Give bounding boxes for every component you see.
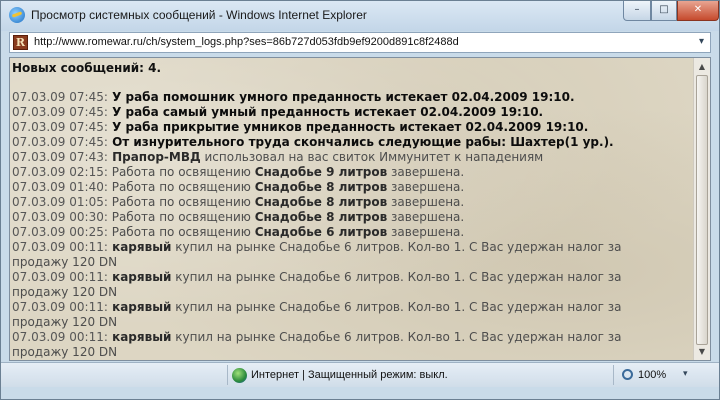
log-entry: 07.03.09 07:45: У раба прикрытие умников… <box>12 120 692 135</box>
title-bar[interactable]: Просмотр системных сообщений - Windows I… <box>1 1 719 31</box>
window-title: Просмотр системных сообщений - Windows I… <box>31 8 367 22</box>
log-timestamp: 07.03.09 00:11: <box>12 270 108 284</box>
log-highlight: Снадобье 8 литров <box>254 195 388 209</box>
log-text: завершена. <box>387 195 465 209</box>
log-text: Работа по освящению <box>107 165 255 179</box>
log-text: Работа по освящению <box>107 180 255 194</box>
log-timestamp: 07.03.09 07:43: <box>12 150 108 164</box>
scroll-up-icon[interactable]: ▲ <box>695 59 709 74</box>
log-highlight: карявый <box>107 270 172 284</box>
log-entry: 07.03.09 00:30: Работа по освящению Снад… <box>12 210 692 225</box>
address-bar[interactable]: R http://www.romewar.ru/ch/system_logs.p… <box>9 32 711 53</box>
log-highlight: Снадобье 8 литров <box>254 180 388 194</box>
window-frame-bottom <box>1 387 719 399</box>
log-text: От изнурительного труда скончались следу… <box>107 135 614 149</box>
log-text: использовал на вас свиток Иммунитет к на… <box>200 150 544 164</box>
log-entry: 07.03.09 00:11: карявый купил на рынке С… <box>12 240 652 270</box>
url-text[interactable]: http://www.romewar.ru/ch/system_logs.php… <box>34 36 459 48</box>
status-divider <box>227 365 228 385</box>
log-area: Новых сообщений: 4. 07.03.09 07:45: У ра… <box>10 58 694 360</box>
log-timestamp: 07.03.09 07:45: <box>12 120 108 134</box>
log-entry: 07.03.09 00:11: карявый купил на рынке С… <box>12 300 652 330</box>
log-text: завершена. <box>387 210 465 224</box>
log-list: 07.03.09 07:45: У раба помошник умного п… <box>12 90 692 360</box>
log-highlight: карявый <box>107 240 172 254</box>
site-favicon-icon: R <box>13 35 28 50</box>
chevron-down-icon[interactable]: ▾ <box>683 369 688 379</box>
log-text: завершена. <box>387 165 465 179</box>
minimize-button[interactable]: – <box>623 1 651 21</box>
close-button[interactable]: ✕ <box>677 1 719 21</box>
log-text: Работа по освящению <box>107 210 255 224</box>
log-text: Работа по освящению <box>107 225 255 239</box>
log-highlight: Снадобье 9 литров <box>254 165 388 179</box>
zoom-level[interactable]: 100% <box>638 369 666 381</box>
security-zone-text[interactable]: Интернет | Защищенный режим: выкл. <box>251 369 448 381</box>
log-highlight: Снадобье 8 литров <box>254 210 388 224</box>
new-messages-count: Новых сообщений: 4. <box>12 61 162 75</box>
page-content: Новых сообщений: 4. 07.03.09 07:45: У ра… <box>9 57 711 361</box>
log-timestamp: 07.03.09 01:05: <box>12 195 108 209</box>
log-timestamp: 07.03.09 00:11: <box>12 300 108 314</box>
log-timestamp: 07.03.09 07:45: <box>12 90 108 104</box>
log-text: завершена. <box>387 180 465 194</box>
ie-icon <box>9 7 25 23</box>
log-timestamp: 07.03.09 07:45: <box>12 105 108 119</box>
maximize-button[interactable]: □ <box>651 1 677 21</box>
log-entry: 07.03.09 02:15: Работа по освящению Снад… <box>12 165 692 180</box>
log-timestamp: 07.03.09 02:15: <box>12 165 108 179</box>
log-entry: 07.03.09 00:25: Работа по освящению Снад… <box>12 225 692 240</box>
log-timestamp: 07.03.09 00:25: <box>12 225 108 239</box>
log-entry: 07.03.09 01:05: Работа по освящению Снад… <box>12 195 692 210</box>
log-entry: 07.03.09 07:45: У раба помошник умного п… <box>12 90 692 105</box>
status-bar: Интернет | Защищенный режим: выкл. 100% … <box>1 362 719 387</box>
log-entry: 07.03.09 00:11: карявый купил на рынке С… <box>12 270 652 300</box>
log-entry: 07.03.09 07:45: У раба самый умный преда… <box>12 105 692 120</box>
log-entry: 07.03.09 01:40: Работа по освящению Снад… <box>12 180 692 195</box>
log-text: У раба самый умный преданность истекает … <box>107 105 544 119</box>
log-timestamp: 07.03.09 00:11: <box>12 330 108 344</box>
vertical-scrollbar[interactable]: ▲ ▼ <box>693 58 710 360</box>
log-timestamp: 07.03.09 00:11: <box>12 240 108 254</box>
log-timestamp: 07.03.09 00:30: <box>12 210 108 224</box>
browser-window: Просмотр системных сообщений - Windows I… <box>0 0 720 400</box>
log-text: Работа по освящению <box>107 195 255 209</box>
log-timestamp: 07.03.09 01:40: <box>12 180 108 194</box>
log-highlight: карявый <box>107 300 172 314</box>
chevron-down-icon[interactable]: ▾ <box>699 36 704 47</box>
log-timestamp: 07.03.09 07:45: <box>12 135 108 149</box>
log-highlight: Прапор-МВД <box>107 150 201 164</box>
log-text: У раба помошник умного преданность истек… <box>107 90 575 104</box>
log-entry: 07.03.09 00:11: карявый купил на рынке С… <box>12 330 652 360</box>
log-entry: 07.03.09 07:45: От изнурительного труда … <box>12 135 692 150</box>
zoom-icon[interactable] <box>622 369 633 380</box>
scroll-down-icon[interactable]: ▼ <box>695 344 709 359</box>
log-text: У раба прикрытие умников преданность ист… <box>107 120 589 134</box>
log-highlight: Снадобье 6 литров <box>254 225 388 239</box>
log-entry: 07.03.09 07:43: Прапор-МВД использовал н… <box>12 150 692 165</box>
globe-icon <box>232 368 247 383</box>
scroll-thumb[interactable] <box>696 75 708 345</box>
log-highlight: карявый <box>107 330 172 344</box>
status-divider <box>613 365 614 385</box>
log-text: завершена. <box>387 225 465 239</box>
